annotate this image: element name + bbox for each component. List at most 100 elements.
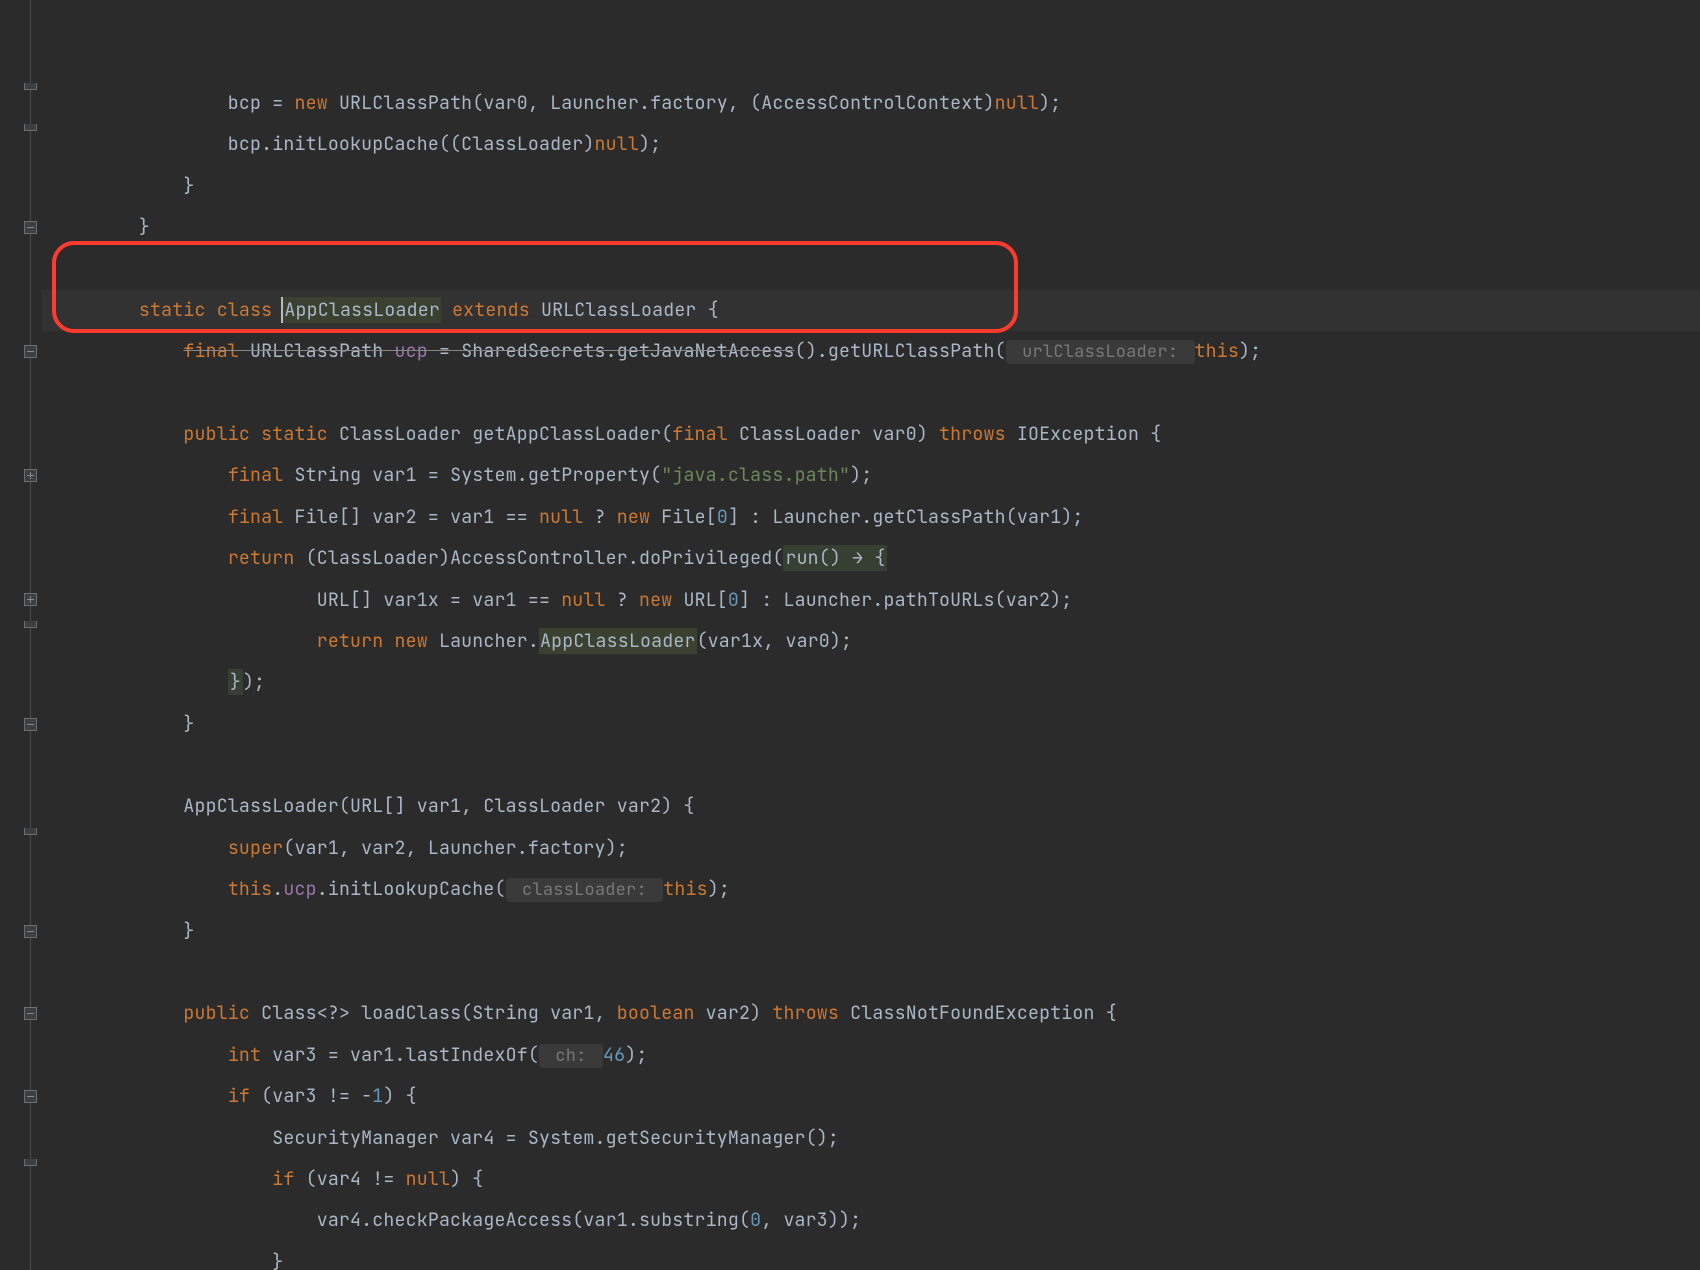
code-line[interactable]: final URLClassPath ucp = SharedSecrets.g…: [50, 331, 1700, 372]
code-line[interactable]: }: [50, 207, 1700, 248]
code-line[interactable]: }: [50, 704, 1700, 745]
keyword-token: public static: [183, 422, 327, 446]
fold-region-end-icon[interactable]: [24, 621, 37, 628]
code-token: URL[: [672, 588, 728, 612]
code-token: (ClassLoader)AccessController.doPrivileg…: [306, 546, 784, 570]
keyword-token: if: [272, 1167, 305, 1191]
keyword-token: this: [228, 877, 272, 901]
code-token: var4.checkPackageAccess(var1.substring(: [50, 1208, 750, 1232]
code-line[interactable]: [50, 373, 1700, 414]
fold-expand-icon[interactable]: [24, 593, 37, 606]
code-token: );: [625, 1043, 647, 1067]
fold-region-end-icon[interactable]: [24, 83, 37, 90]
fold-collapse-icon[interactable]: [24, 345, 37, 358]
keyword-token: final: [228, 463, 284, 487]
gutter-line: [0, 1035, 42, 1076]
gutter-line: [0, 1159, 42, 1200]
keyword-token: super: [228, 836, 284, 860]
code-line[interactable]: static class AppClassLoader extends URLC…: [42, 290, 1700, 331]
fold-collapse-icon[interactable]: [24, 718, 37, 731]
code-token: [50, 629, 317, 653]
code-token: [50, 463, 228, 487]
keyword-token: new: [639, 588, 672, 612]
keyword-token: this: [663, 877, 707, 901]
string-token: URLClassPath: [239, 339, 395, 363]
keyword-token: final: [228, 505, 284, 529]
fold-collapse-icon[interactable]: [24, 1090, 37, 1103]
code-line[interactable]: }: [50, 1242, 1700, 1270]
keyword-token: static class: [139, 298, 283, 322]
fold-collapse-icon[interactable]: [24, 925, 37, 938]
fold-region-end-icon[interactable]: [24, 1159, 37, 1166]
code-token: SecurityManager var4 = System.getSecurit…: [50, 1126, 839, 1150]
code-line[interactable]: [50, 745, 1700, 786]
code-line[interactable]: return new Launcher.AppClassLoader(var1x…: [50, 621, 1700, 662]
code-line[interactable]: super(var1, var2, Launcher.factory);: [50, 828, 1700, 869]
code-line[interactable]: if (var3 != -1) {: [50, 1076, 1700, 1117]
code-token: ClassNotFoundException {: [839, 1001, 1117, 1025]
keyword-token: return new: [317, 629, 428, 653]
code-line[interactable]: bcp = new URLClassPath(var0, Launcher.fa…: [50, 83, 1700, 124]
gutter-line: [0, 0, 42, 41]
code-token: ] : Launcher.pathToURLs(var2);: [739, 588, 1072, 612]
fold-expand-icon[interactable]: [24, 469, 37, 482]
code-token: ?: [606, 588, 639, 612]
code-token: (var1, var2, Launcher.factory);: [283, 836, 628, 860]
code-token: AppClassLoader: [539, 628, 697, 654]
code-line[interactable]: bcp.initLookupCache((ClassLoader)null);: [50, 124, 1700, 165]
gutter-line: [0, 704, 42, 745]
gutter-line: [0, 745, 42, 786]
code-line[interactable]: final File[] var2 = var1 == null ? new F…: [50, 497, 1700, 538]
code-token: );: [243, 670, 265, 694]
code-token: [50, 1084, 228, 1108]
code-line[interactable]: return (ClassLoader)AccessController.doP…: [50, 538, 1700, 579]
code-line[interactable]: public static ClassLoader getAppClassLoa…: [50, 414, 1700, 455]
gutter-line: [0, 455, 42, 496]
keyword-token: this: [1195, 339, 1239, 363]
gutter-line: [0, 1200, 42, 1241]
fold-region-end-icon[interactable]: [24, 124, 37, 131]
code-line[interactable]: }: [50, 911, 1700, 952]
number-token: 1: [372, 1084, 383, 1108]
code-token: }: [50, 215, 150, 239]
gutter-line: [0, 331, 42, 372]
code-line[interactable]: [50, 248, 1700, 289]
code-line[interactable]: });: [50, 662, 1700, 703]
code-line[interactable]: [50, 952, 1700, 993]
fold-collapse-icon[interactable]: [24, 221, 37, 234]
keyword-token: null: [595, 132, 639, 156]
keyword-token: null: [561, 588, 605, 612]
fold-region-end-icon[interactable]: [24, 828, 37, 835]
code-line[interactable]: AppClassLoader(URL[] var1, ClassLoader v…: [50, 786, 1700, 827]
code-line[interactable]: URL[] var1x = var1 == null ? new URL[0] …: [50, 580, 1700, 621]
code-token: URLClassPath(var0, Launcher.factory, (Ac…: [328, 91, 995, 115]
code-area[interactable]: bcp = new URLClassPath(var0, Launcher.fa…: [42, 0, 1700, 1270]
code-token: [50, 1167, 272, 1191]
code-line[interactable]: if (var4 != null) {: [50, 1159, 1700, 1200]
gutter-line: [0, 952, 42, 993]
code-line[interactable]: this.ucp.initLookupCache( classLoader: t…: [50, 869, 1700, 910]
code-line[interactable]: var4.checkPackageAccess(var1.substring(0…: [50, 1200, 1700, 1241]
code-token: bcp.initLookupCache((ClassLoader): [50, 132, 595, 156]
code-token: bcp =: [50, 91, 294, 115]
gutter-line: [0, 662, 42, 703]
fold-collapse-icon[interactable]: [24, 1007, 37, 1020]
code-line[interactable]: int var3 = var1.lastIndexOf( ch: 46);: [50, 1035, 1700, 1076]
code-token: ) {: [383, 1084, 416, 1108]
keyword-token: throws: [939, 422, 1006, 446]
code-line[interactable]: }: [50, 166, 1700, 207]
gutter-line: [0, 83, 42, 124]
keyword-token: final: [672, 422, 728, 446]
code-token: AppClassLoader(URL[] var1, ClassLoader v…: [50, 794, 695, 818]
keyword-token: null: [995, 91, 1039, 115]
code-line[interactable]: SecurityManager var4 = System.getSecurit…: [50, 1118, 1700, 1159]
code-editor[interactable]: bcp = new URLClassPath(var0, Launcher.fa…: [0, 0, 1700, 1270]
code-line[interactable]: public Class<?> loadClass(String var1, b…: [50, 993, 1700, 1034]
gutter-line: [0, 911, 42, 952]
keyword-token: int: [228, 1043, 261, 1067]
gutter-line: [0, 1118, 42, 1159]
code-token: AppClassLoader: [281, 297, 441, 323]
code-token: File[: [650, 505, 717, 529]
code-line[interactable]: final String var1 = System.getProperty("…: [50, 455, 1700, 496]
keyword-token: null: [406, 1167, 450, 1191]
